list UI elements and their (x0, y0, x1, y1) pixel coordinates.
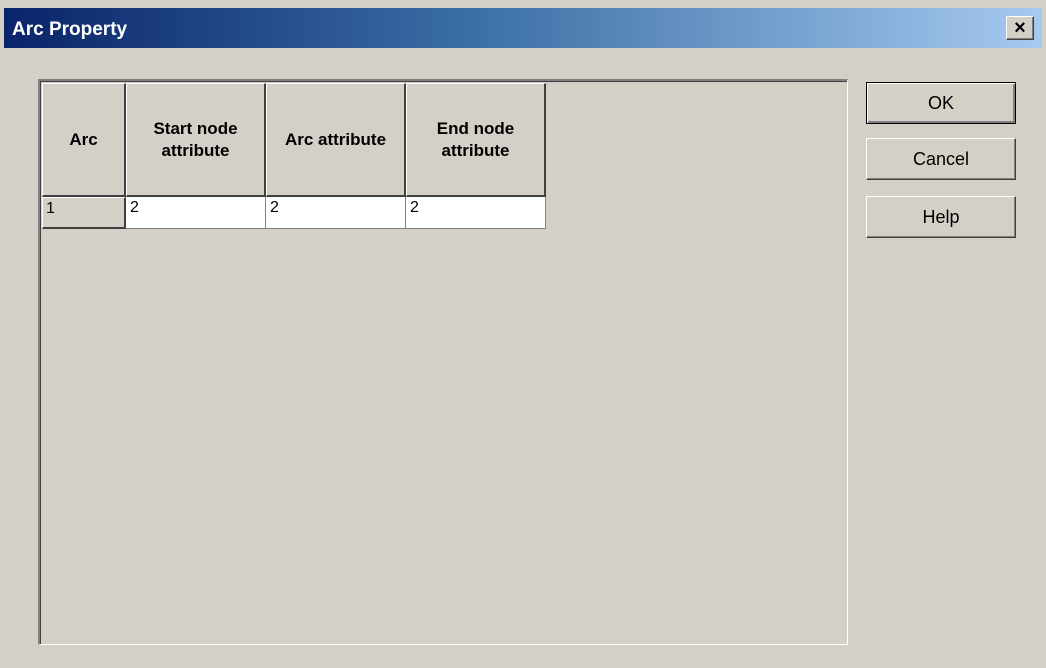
row-header-arc[interactable]: 1 (42, 197, 126, 229)
arc-property-grid[interactable]: Arc Start node attribute Arc attribute E… (38, 79, 848, 645)
ok-button[interactable]: OK (866, 82, 1016, 124)
column-header-arc-attribute[interactable]: Arc attribute (266, 83, 406, 197)
cell-start-node-attribute[interactable]: 2 (126, 197, 266, 229)
cell-end-node-attribute[interactable]: 2 (406, 197, 546, 229)
window-title: Arc Property (12, 19, 128, 40)
column-header-end-node-attribute[interactable]: End node attribute (406, 83, 546, 197)
title-bar[interactable]: Arc Property × (4, 8, 1042, 48)
cell-arc-attribute[interactable]: 2 (266, 197, 406, 229)
close-button[interactable]: × (1006, 16, 1034, 40)
column-header-arc[interactable]: Arc (42, 83, 126, 197)
column-header-start-node-attribute[interactable]: Start node attribute (126, 83, 266, 197)
cancel-button[interactable]: Cancel (866, 138, 1016, 180)
arc-property-dialog: Arc Property × Arc Start node attribute … (0, 0, 1046, 668)
close-icon: × (1014, 17, 1026, 39)
help-button[interactable]: Help (866, 196, 1016, 238)
